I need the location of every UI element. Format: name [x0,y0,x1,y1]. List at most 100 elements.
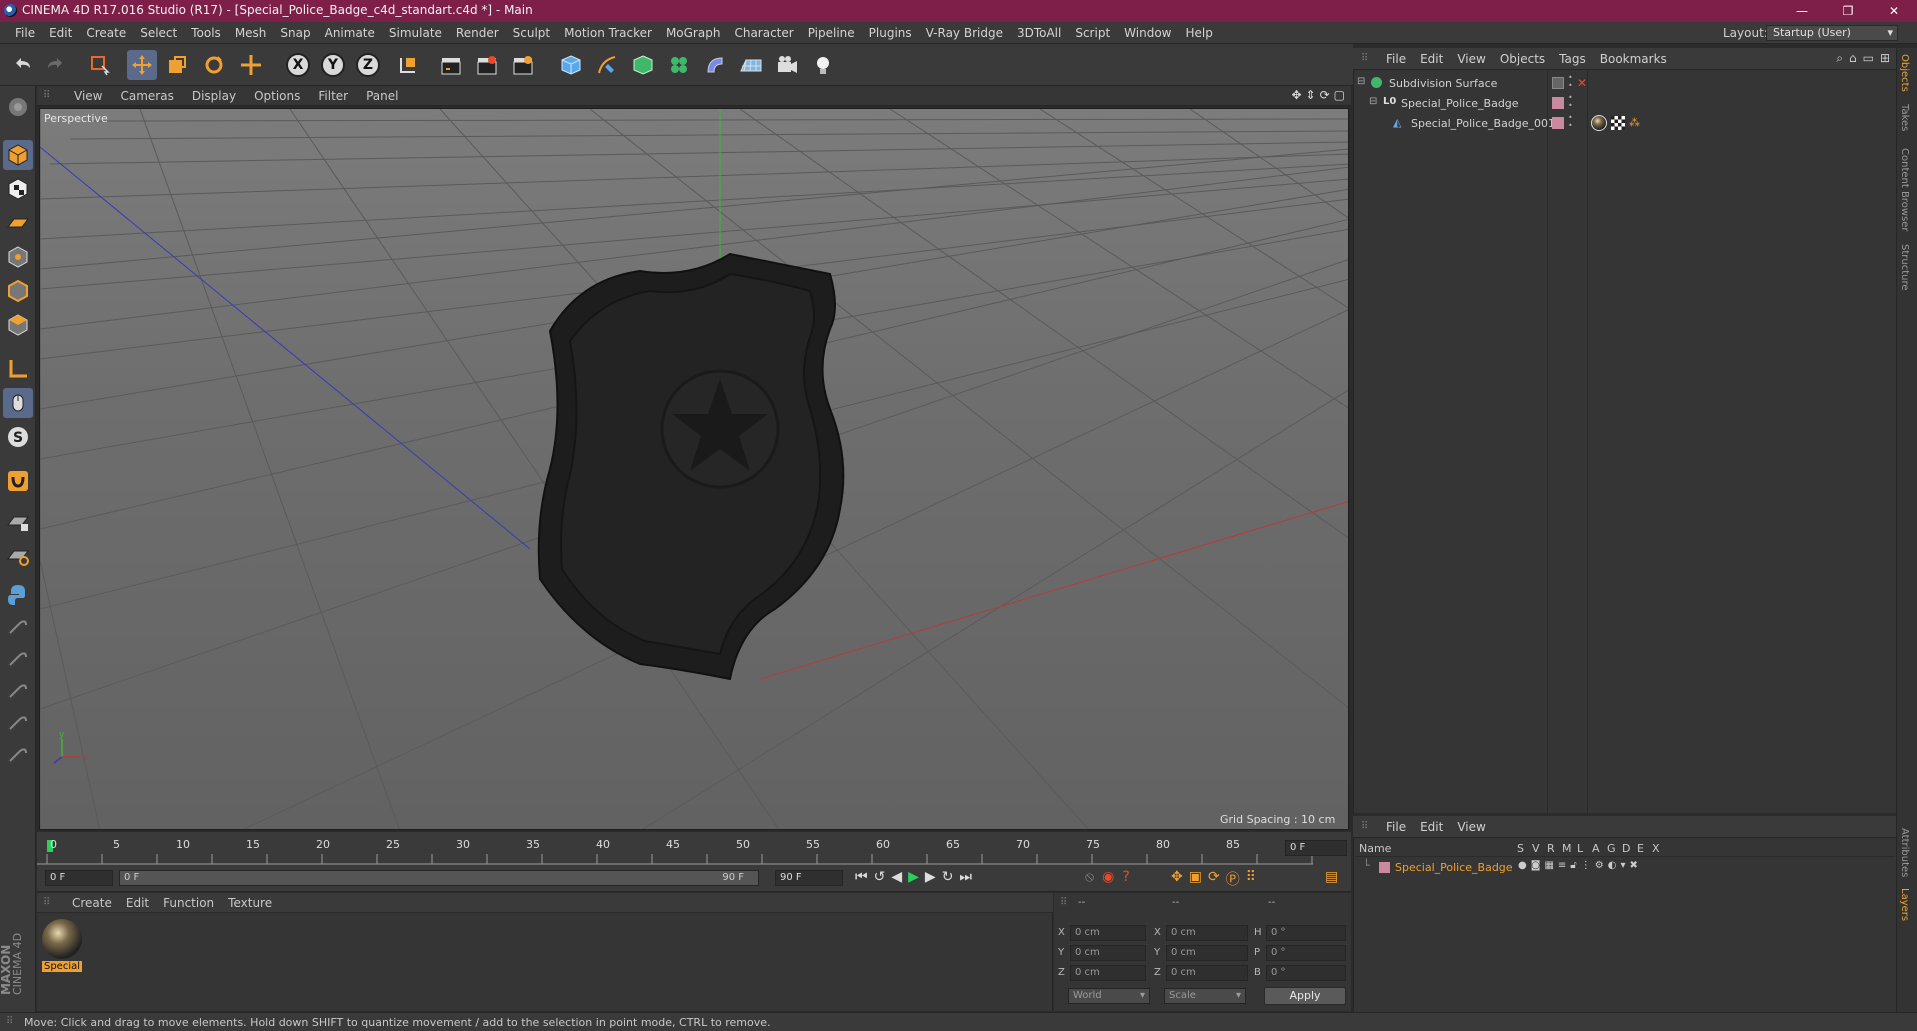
search-icon[interactable]: ⌕ [1836,51,1843,66]
python-button[interactable] [3,580,33,610]
menu-mograph[interactable]: MoGraph [659,26,728,40]
viewport-pan-icon[interactable]: ✥ [1291,88,1301,102]
current-frame-field[interactable]: 0 F [1285,840,1347,856]
make-editable-button[interactable] [3,92,33,122]
edges-mode-button[interactable] [3,276,33,306]
menu-mesh[interactable]: Mesh [228,26,274,40]
pos-x-field[interactable]: 0 cm [1070,925,1146,941]
pos-z-field[interactable]: 0 cm [1070,965,1146,981]
x-axis-button[interactable]: X [283,50,313,80]
menu-sculpt[interactable]: Sculpt [506,26,557,40]
objects-menu-tags[interactable]: Tags [1552,52,1593,66]
edit-render-settings-button[interactable] [508,50,538,80]
material-swatch-special[interactable]: Special [42,919,82,973]
tab-content-browser[interactable]: Content Browser [1899,148,1910,231]
menu-snap[interactable]: Snap [273,26,317,40]
pos-y-field[interactable]: 0 cm [1070,945,1146,961]
layers-menu-view[interactable]: View [1450,820,1492,834]
viewport-rotate-icon[interactable]: ⟳ [1320,88,1330,102]
end-frame-field[interactable]: 90 F [775,870,843,886]
viewport-menu-panel[interactable]: Panel [357,89,407,103]
autokey-button[interactable]: ◉ [1102,869,1114,885]
apply-button[interactable]: Apply [1264,987,1346,1005]
size-z-field[interactable]: 0 cm [1166,965,1248,981]
rot-p-field[interactable]: 0 ° [1266,945,1346,961]
recent-tool-3-button[interactable] [3,676,33,706]
render-view-button[interactable] [436,50,466,80]
visibility-dots-icon[interactable]: • • [1568,94,1573,110]
start-frame-field[interactable]: 0 F [45,870,113,886]
polygons-mode-button[interactable] [3,310,33,340]
size-x-field[interactable]: 0 cm [1166,925,1248,941]
layer-color-swatch[interactable] [1552,97,1564,109]
cloner-button[interactable] [664,50,694,80]
menu-plugins[interactable]: Plugins [862,26,919,40]
home-icon[interactable]: ⌂ [1849,51,1857,66]
menu-character[interactable]: Character [727,26,800,40]
viewport-menu-filter[interactable]: Filter [309,89,357,103]
tab-attributes[interactable]: Attributes [1899,828,1910,877]
objects-menu-bookmarks[interactable]: Bookmarks [1593,52,1674,66]
light-button[interactable] [808,50,838,80]
go-to-end-button[interactable]: ⏭ [959,869,972,885]
menu-motion-tracker[interactable]: Motion Tracker [557,26,659,40]
object-row-special-police-badge-001[interactable]: ◭ Special_Police_Badge_001 • • ⁂ [1355,114,1893,133]
previous-key-button[interactable]: ↺ [874,869,886,885]
disable-x-icon[interactable]: ✕ [1577,76,1587,90]
recent-tool-2-button[interactable] [3,644,33,674]
y-axis-button[interactable]: Y [318,50,348,80]
menu-select[interactable]: Select [133,26,184,40]
deformer-button[interactable] [700,50,730,80]
tab-structure[interactable]: Structure [1899,244,1910,291]
points-mode-button[interactable] [3,242,33,272]
menu-simulate[interactable]: Simulate [382,26,449,40]
minimize-button[interactable]: — [1779,0,1825,22]
objects-menu-file[interactable]: File [1379,52,1413,66]
menu-tools[interactable]: Tools [184,26,228,40]
layer-animation-icon[interactable]: ⋮ [1581,860,1591,871]
layer-view-icon[interactable]: ◙ [1531,860,1541,871]
camera-button[interactable] [772,50,802,80]
keyframe-selection-button[interactable]: ? [1122,869,1129,885]
z-axis-button[interactable]: Z [353,50,383,80]
floor-button[interactable] [736,50,766,80]
menu-window[interactable]: Window [1117,26,1178,40]
snap-button[interactable]: S [3,422,33,452]
layers-menu-file[interactable]: File [1379,820,1413,834]
rotate-tool-button[interactable] [199,50,229,80]
workplane-mode-button[interactable] [3,208,33,238]
rot-h-field[interactable]: 0 ° [1266,925,1346,941]
subdivision-surface-button[interactable] [628,50,658,80]
frame-range-slider[interactable]: 0 F 90 F [119,870,759,886]
texture-mode-button[interactable] [3,174,33,204]
menu-script[interactable]: Script [1068,26,1117,40]
menu-file[interactable]: File [8,26,42,40]
layer-xref-icon[interactable]: ✖ [1630,860,1638,871]
layer-color-swatch[interactable] [1379,862,1390,873]
menu-create[interactable]: Create [79,26,133,40]
material-menu-function[interactable]: Function [156,896,221,910]
record-key-button[interactable]: ⦸ [1085,869,1094,885]
timeline-ruler[interactable]: 0 5 10 15 20 25 30 35 40 45 50 55 60 65 … [37,832,1351,866]
layer-color-swatch[interactable] [1552,77,1564,89]
objects-menu-objects[interactable]: Objects [1493,52,1552,66]
size-y-field[interactable]: 0 cm [1166,945,1248,961]
layer-color-swatch[interactable] [1552,117,1564,129]
menu-pipeline[interactable]: Pipeline [801,26,862,40]
workplane-lock-button[interactable] [3,506,33,536]
menu-3dtoall[interactable]: 3DToAll [1010,26,1068,40]
workplane-align-button[interactable] [3,540,33,570]
menu-animate[interactable]: Animate [318,26,382,40]
viewport-menu-display[interactable]: Display [183,89,245,103]
undo-button[interactable] [8,50,38,80]
size-mode-dropdown[interactable]: Scale ▾ [1164,988,1246,1004]
coordinate-space-dropdown[interactable]: World ▾ [1068,988,1150,1004]
close-button[interactable]: ✕ [1871,0,1917,22]
layer-row-special-police-badge[interactable]: └ Special_Police_Badge ● ◙ ▦ ≡ 🔓︎ ⋮ ⚙ ◐ … [1355,859,1895,876]
menu-help[interactable]: Help [1178,26,1219,40]
layer-solo-icon[interactable]: ● [1518,860,1527,871]
cube-button[interactable] [556,50,586,80]
menu-render[interactable]: Render [449,26,506,40]
next-key-button[interactable]: ↻ [942,869,954,885]
key-parameter-button[interactable]: Ⓟ [1226,869,1240,889]
